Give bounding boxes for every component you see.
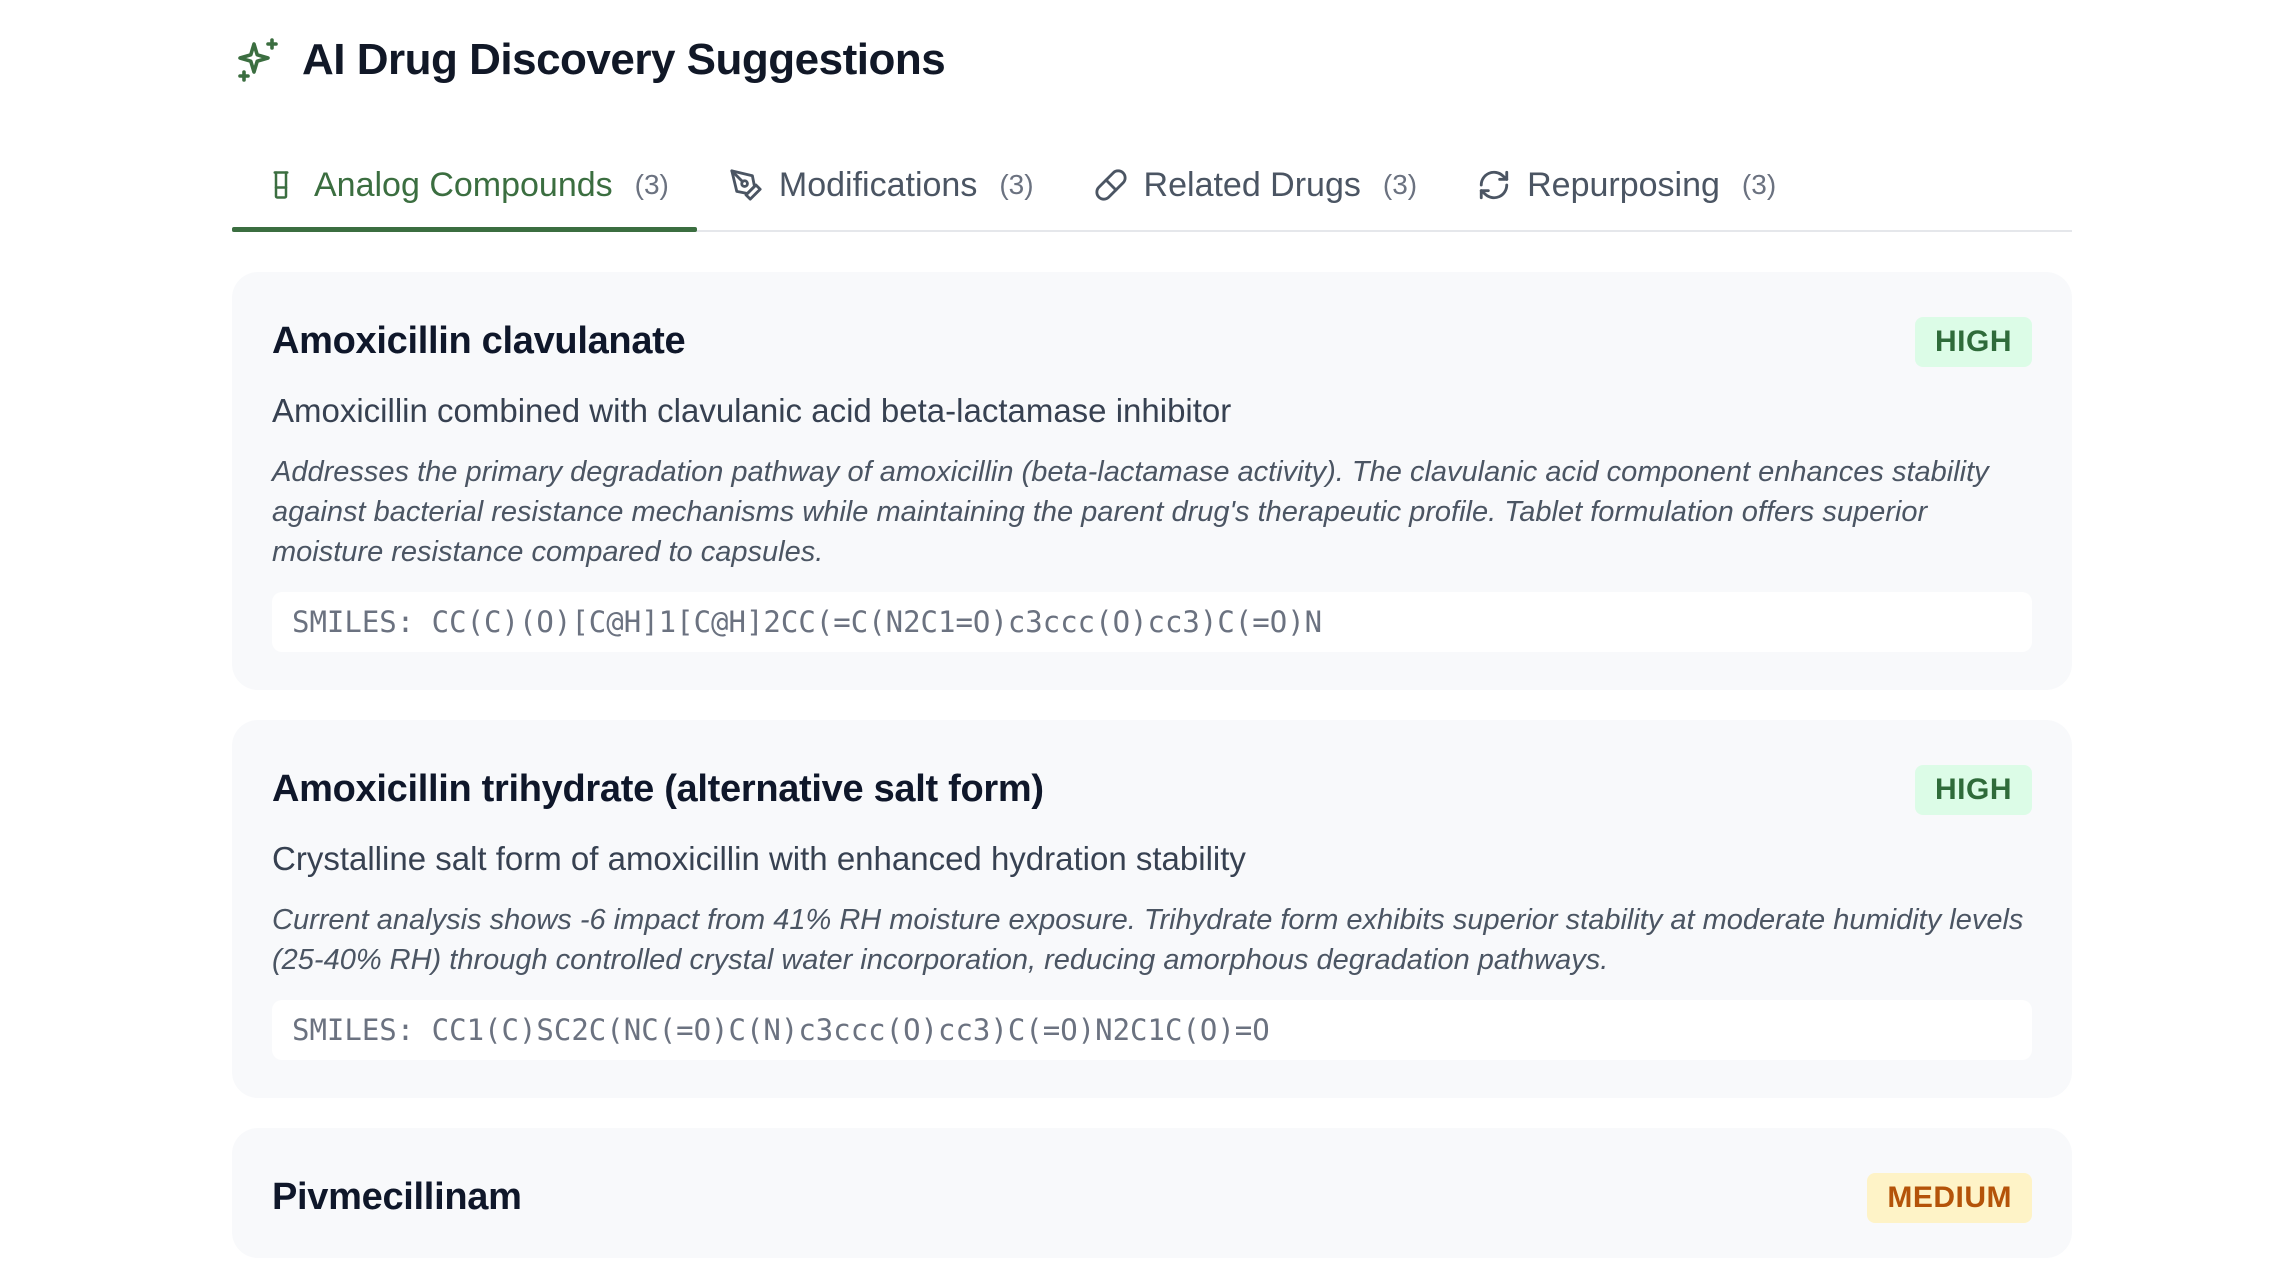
confidence-badge: HIGH — [1915, 317, 2032, 367]
tab-count: (3) — [999, 169, 1034, 200]
pen-tool-icon — [727, 166, 765, 204]
tab-bar: Analog Compounds (3) Modifications (3) R… — [232, 140, 2072, 232]
tab-analog-compounds[interactable]: Analog Compounds (3) — [232, 140, 697, 232]
drug-discovery-panel: AI Drug Discovery Suggestions Analog Com… — [232, 0, 2072, 1278]
card-title: Pivmecillinam — [272, 1176, 522, 1218]
confidence-badge: HIGH — [1915, 765, 2032, 815]
suggestion-card[interactable]: Amoxicillin trihydrate (alternative salt… — [232, 720, 2072, 1098]
card-rationale: Current analysis shows -6 impact from 41… — [272, 904, 2024, 976]
card-rationale: Addresses the primary degradation pathwa… — [272, 456, 1989, 568]
confidence-badge: MEDIUM — [1867, 1173, 2032, 1223]
tab-label: Analog Compounds — [314, 165, 613, 204]
smiles-string: SMILES: CC1(C)SC2C(NC(=O)C(N)c3ccc(O)cc3… — [272, 1000, 2032, 1060]
card-description: Amoxicillin combined with clavulanic aci… — [272, 392, 1232, 429]
page-title: AI Drug Discovery Suggestions — [302, 35, 946, 84]
tab-count: (3) — [634, 169, 669, 200]
refresh-icon — [1475, 166, 1513, 204]
suggestion-card[interactable]: Amoxicillin clavulanate HIGH Amoxicillin… — [232, 272, 2072, 690]
tab-repurposing[interactable]: Repurposing (3) — [1445, 140, 1804, 230]
tab-related-drugs[interactable]: Related Drugs (3) — [1062, 140, 1446, 230]
sparkles-icon — [232, 34, 284, 86]
smiles-string: SMILES: CC(C)(O)[C@H]1[C@H]2CC(=C(N2C1=O… — [272, 592, 2032, 652]
tab-label: Repurposing — [1527, 165, 1720, 204]
tab-count: (3) — [1382, 169, 1418, 200]
panel-header: AI Drug Discovery Suggestions — [232, 30, 946, 90]
card-title: Amoxicillin trihydrate (alternative salt… — [272, 768, 1044, 810]
tab-label: Modifications — [778, 165, 978, 204]
card-description: Crystalline salt form of amoxicillin wit… — [272, 840, 1246, 877]
tab-count: (3) — [1741, 169, 1777, 200]
flask-icon — [262, 166, 300, 204]
tab-modifications[interactable]: Modifications (3) — [697, 140, 1062, 230]
card-title: Amoxicillin clavulanate — [272, 320, 686, 362]
tab-label: Related Drugs — [1143, 165, 1361, 204]
pill-icon — [1092, 166, 1130, 204]
suggestion-list: Amoxicillin clavulanate HIGH Amoxicillin… — [232, 272, 2072, 1288]
suggestion-card[interactable]: Pivmecillinam MEDIUM — [232, 1128, 2072, 1258]
